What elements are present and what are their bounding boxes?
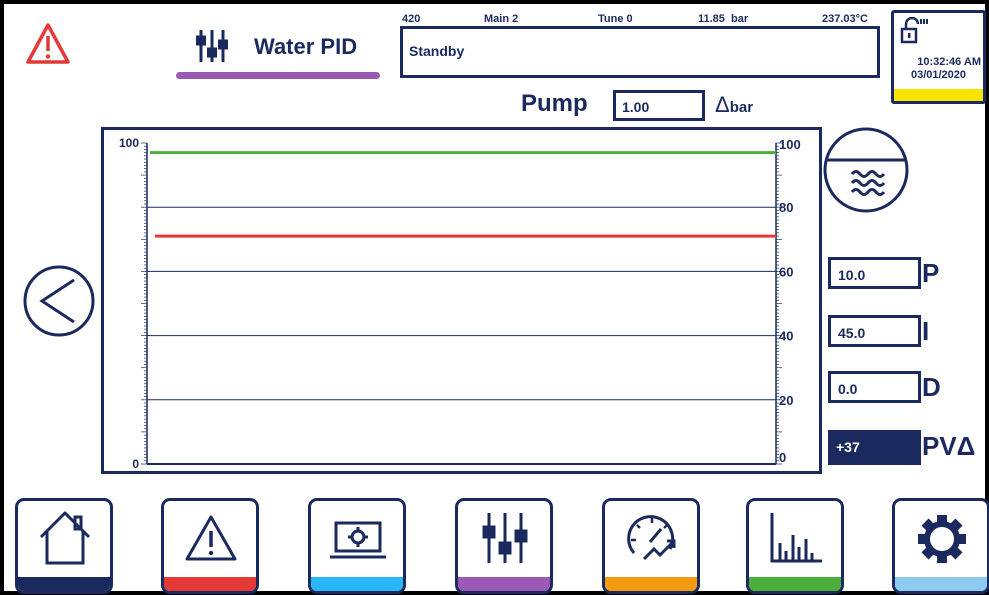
gauge-trend-icon [627,515,676,561]
i-value-field[interactable]: 45.0 [828,315,921,347]
status-pressure: 11.85 bar [698,13,749,25]
nav-settings-color-bar [895,577,987,591]
nav-home-color-bar [18,577,110,591]
clock-date: 03/01/2020 [910,69,967,81]
nav-pid-button[interactable] [455,498,553,594]
pump-value: 1.00 [622,99,650,115]
bar-chart-icon [770,513,822,563]
p-value-field[interactable]: 10.0 [828,257,921,289]
warning-icon [185,515,237,561]
nav-system-color-bar [311,577,403,591]
d-value-field[interactable]: 0.0 [828,371,921,403]
delta-symbol: Δ [715,92,730,117]
right-tick-label: 0 [779,450,786,465]
pump-unit: Δbar [715,92,753,118]
status-message: Standby [409,43,465,59]
unlock-icon [900,17,928,44]
clock-time: 10:32:46 AM [917,56,981,68]
d-label: D [922,372,941,402]
nav-settings-button[interactable] [892,498,989,594]
home-icon [39,511,91,565]
nav-home-button[interactable] [15,498,113,594]
p-label: P [922,258,940,288]
nav-alarms-color-bar [164,577,256,591]
d-value: 0.0 [838,381,858,397]
pv-delta-value: +37 [836,439,860,455]
right-tick-label: 40 [779,329,793,344]
nav-charts-color-bar [749,577,841,591]
right-tick-label: 100 [779,137,801,152]
hmi-screen: Water PID 420 Main 2 Tune 0 11.85 bar 23… [0,0,989,595]
status-temperature: 237.03°C [822,13,868,25]
status-tune: Tune 0 [598,13,633,25]
back-button[interactable] [22,264,96,338]
nav-alarms-button[interactable] [161,498,259,594]
gear-icon [918,515,966,563]
right-tick-label: 80 [779,200,793,215]
nav-tuning-color-bar [605,577,697,591]
lock-status-bar [894,89,983,101]
nav-pid-color-bar [458,577,550,591]
i-value: 45.0 [838,325,866,341]
pump-label: Pump [521,90,588,117]
left-tick-label: 0 [132,457,139,471]
status-main: Main 2 [484,13,519,25]
p-value: 10.0 [838,267,866,283]
title-underline [176,72,380,79]
warning-icon[interactable] [26,22,70,66]
page-title: Water PID [254,34,358,59]
tank-button[interactable] [822,126,910,214]
i-label: I [922,316,930,346]
right-tick-label: 20 [779,393,793,408]
status-id: 420 [402,13,421,25]
lock-clock-button[interactable]: 10:32:46 AM 03/01/2020 [891,10,986,104]
sliders-icon [196,30,228,62]
pv-delta-field[interactable]: +37 [828,430,921,465]
water-waves-icon [850,170,886,196]
chevron-left-icon [39,278,75,324]
nav-system-button[interactable] [308,498,406,594]
left-tick-label: 100 [119,136,139,150]
status-message-box: Standby [400,26,880,78]
nav-charts-button[interactable] [746,498,844,594]
pv-delta-label: PVΔ [922,431,976,461]
chart-frame [101,127,822,474]
trend-chart: 100 0 100 80 60 40 20 0 [101,127,822,474]
pump-unit-text: bar [729,99,754,116]
right-tick-label: 60 [779,264,793,279]
sliders-icon [482,513,528,563]
laptop-gear-icon [330,521,386,559]
pump-value-field[interactable]: 1.00 [613,90,705,121]
nav-tuning-button[interactable] [602,498,700,594]
